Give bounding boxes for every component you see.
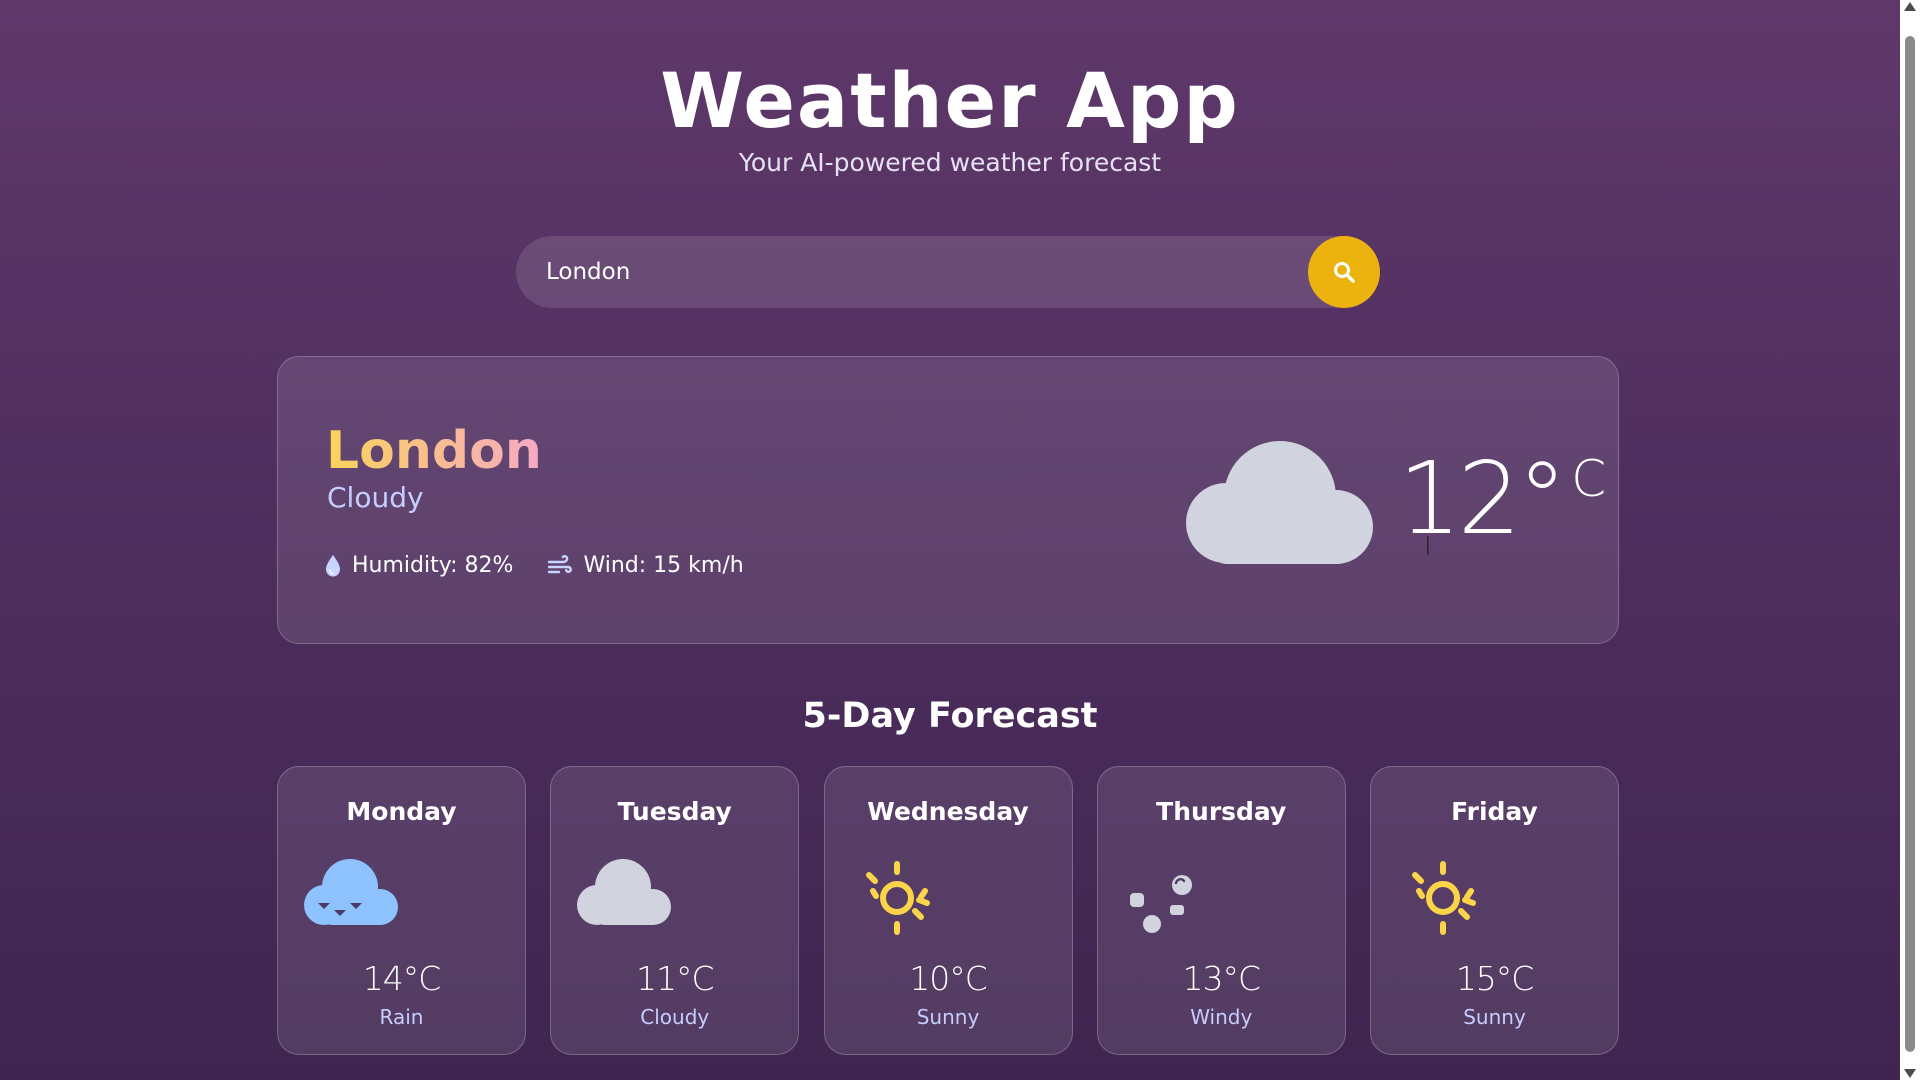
header: Weather App Your AI-powered weather fore… [0,56,1900,177]
forecast-card-monday: Monday 14°C Rain [277,766,526,1055]
day-name: Friday [1451,797,1538,826]
current-weather-card: London Cloudy Humidity: 82% Wind: 15 km/… [277,356,1619,644]
rain-cloud-icon [304,859,398,925]
sun-icon [865,861,930,935]
day-condition: Rain [379,1005,424,1029]
wind-icon [548,554,573,573]
temperature-unit: ° C [1517,447,1606,551]
app-subtitle: Your AI-powered weather forecast [738,148,1162,177]
temperature-value: 12 [1398,440,1521,557]
water-drop-icon [326,554,340,576]
day-name: Monday [346,797,457,826]
day-temperature: 14°C [362,959,442,998]
app-title: Weather App [660,56,1240,145]
day-condition: Windy [1190,1005,1253,1029]
scroll-down-arrow-icon[interactable] [1904,1069,1916,1078]
day-temperature: 15°C [1455,959,1535,998]
cloud-icon [577,859,672,925]
search-icon [1334,262,1355,283]
degree-symbol: ° [1517,440,1568,557]
scroll-thumb[interactable] [1905,36,1915,1052]
vertical-scrollbar[interactable] [1900,0,1920,1080]
weather-app: Weather App Your AI-powered weather fore… [0,0,1900,1080]
day-temperature: 11°C [635,959,715,998]
forecast-title: 5-Day Forecast [802,696,1098,736]
forecast-card-tuesday: Tuesday 11°C Cloudy [550,766,800,1055]
wind-label: Wind: 15 km/h [583,553,744,578]
forecast-card-thursday: Thursday 13°C Windy [1096,766,1346,1055]
forecast-card-wednesday: Wednesday 10°C Sunny [823,766,1073,1055]
forecast-card-friday: Friday 15°C Sunny [1370,766,1619,1055]
search-bar [516,236,1380,308]
wind-icon [1129,875,1192,933]
day-condition: Cloudy [640,1005,710,1029]
wind-detail: Wind: 15 km/h [547,553,744,578]
celsius-symbol: C [1571,450,1607,508]
weather-details: Humidity: 82% Wind: 15 km/h [324,553,778,578]
day-name: Thursday [1156,797,1287,826]
scroll-up-arrow-icon[interactable] [1904,2,1916,11]
day-name: Tuesday [617,797,732,826]
day-condition: Sunny [1463,1005,1526,1029]
search-button[interactable] [1308,236,1380,308]
day-temperature: 10°C [909,959,988,998]
forecast-row: Monday 14°C Rain Tuesday 11°C Cloudy Wed… [277,766,1619,1055]
sun-icon [1412,861,1476,935]
day-temperature: 13°C [1182,959,1261,998]
search-input[interactable] [546,236,1286,308]
day-condition: Sunny [916,1005,980,1029]
day-name: Wednesday [867,797,1029,826]
text-cursor-icon: I [1424,532,1432,562]
humidity-label: Humidity: 82% [352,553,514,578]
humidity-detail: Humidity: 82% [324,553,513,578]
city-name: London [326,421,542,481]
cloud-icon [1186,441,1373,564]
current-condition: Cloudy [327,481,424,514]
